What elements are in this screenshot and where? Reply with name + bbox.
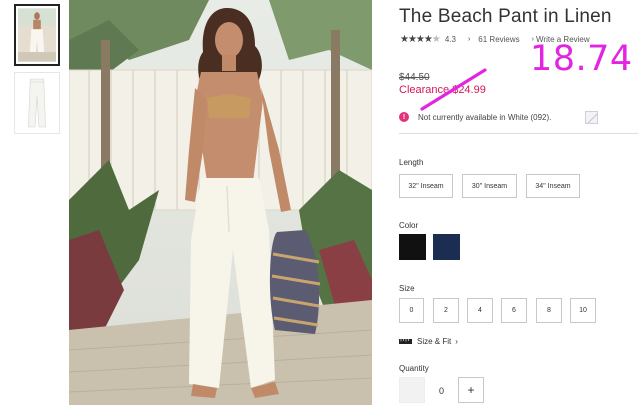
model-photo-illustration: [69, 0, 372, 405]
model-thumbnail-image: [18, 8, 56, 62]
size-option-10[interactable]: 10: [570, 298, 596, 323]
thumbnail-pant-photo[interactable]: [14, 72, 60, 134]
pant-thumbnail-image: [15, 73, 59, 133]
length-option-32-inseam[interactable]: 32" Inseam: [399, 174, 453, 198]
star-rating-icon: ★★★★★: [400, 34, 441, 45]
size-option-0[interactable]: 0: [399, 298, 424, 323]
color-label: Color: [399, 221, 419, 230]
color-swatch-navy[interactable]: [433, 234, 460, 260]
length-option-30-inseam[interactable]: 30" Inseam: [462, 174, 517, 198]
chevron-right-icon: ›: [467, 36, 471, 43]
reviews-link[interactable]: 61 Reviews: [478, 35, 519, 44]
ruler-icon: [399, 339, 412, 344]
size-option-4[interactable]: 4: [467, 298, 493, 323]
size-label: Size: [399, 284, 415, 293]
price-annotation: 18.74: [530, 39, 633, 79]
size-option-6[interactable]: 6: [501, 298, 527, 323]
chevron-right-icon: ›: [455, 337, 458, 346]
strike-annotation-line: [420, 68, 487, 111]
size-fit-label: Size & Fit: [417, 337, 452, 346]
availability-notice: ! Not currently available in White (092)…: [399, 112, 551, 122]
unavailable-white-swatch: [585, 111, 598, 124]
length-option-34-inseam[interactable]: 34" Inseam: [526, 174, 580, 198]
availability-text: Not currently available in White (092).: [418, 112, 552, 122]
rating-value: 4.3: [444, 35, 456, 44]
length-label: Length: [399, 158, 424, 167]
quantity-increment-button[interactable]: +: [458, 377, 484, 403]
size-option-2[interactable]: 2: [433, 298, 459, 323]
product-photo: [69, 0, 372, 405]
thumbnail-model-photo[interactable]: [14, 4, 60, 66]
size-option-8[interactable]: 8: [536, 298, 562, 323]
quantity-value: 0: [439, 386, 445, 396]
color-swatch-black[interactable]: [399, 234, 426, 260]
alert-icon: !: [399, 112, 409, 122]
size-fit-link[interactable]: Size & Fit ›: [399, 337, 458, 346]
product-title: The Beach Pant in Linen: [399, 6, 612, 27]
section-divider: [399, 133, 638, 134]
quantity-label: Quantity: [399, 364, 429, 373]
quantity-decrement-button[interactable]: [399, 377, 425, 403]
